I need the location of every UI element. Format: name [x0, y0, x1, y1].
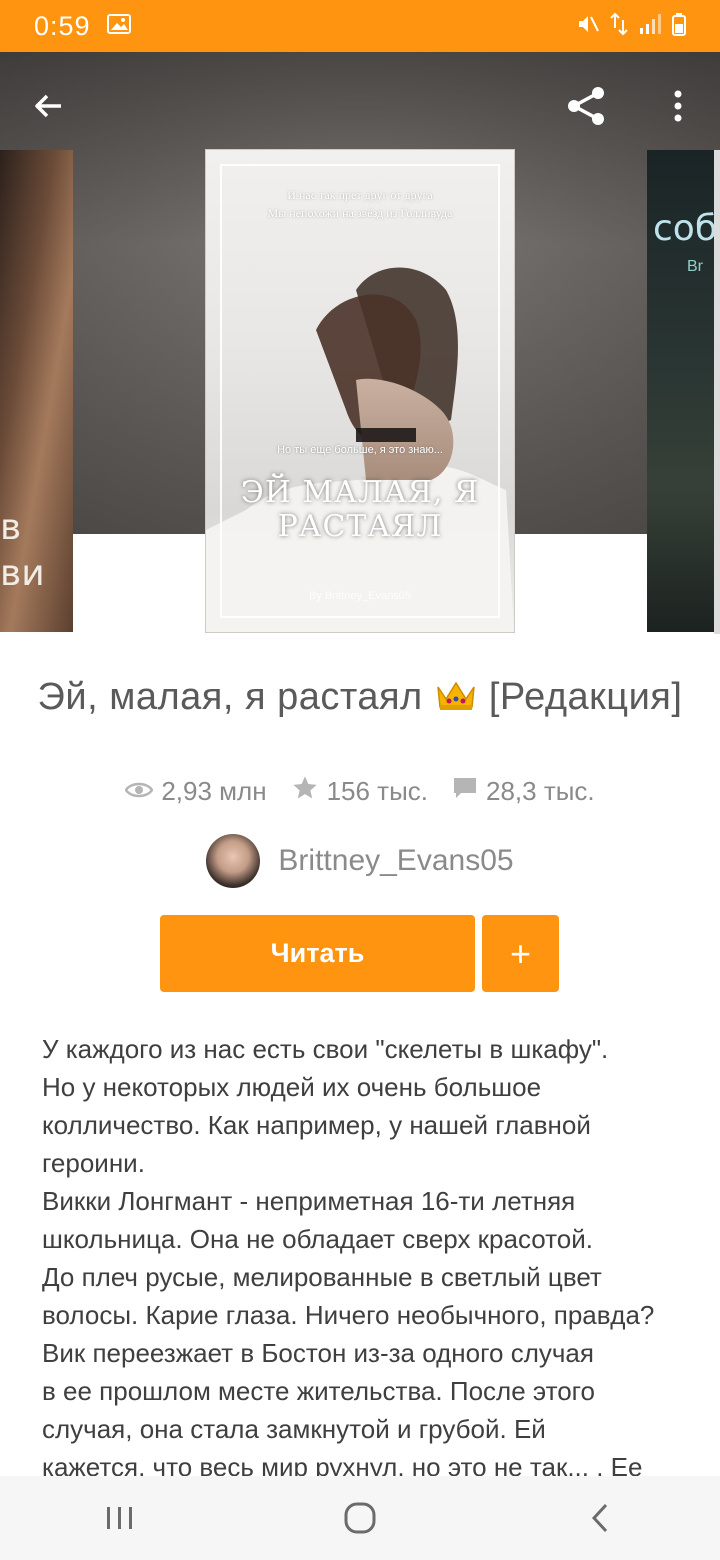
status-time: 0:59 [34, 10, 91, 41]
author-name[interactable]: Brittney_Evans05 [278, 844, 513, 878]
description-line: Вик переезжает в Бостон из-за одного слу… [42, 1338, 594, 1368]
more-vertical-icon[interactable] [650, 78, 706, 134]
description-line: в ее прошлом месте жительства. После это… [42, 1376, 596, 1406]
cover-top-line-2: Мы непохожи на звёзд из Голливуда [267, 206, 453, 220]
cover-title: ЭЙ МАЛАЯ, Я РАСТАЯЛ [206, 476, 514, 544]
system-nav-bar [0, 1476, 720, 1560]
star-icon [291, 774, 319, 809]
crown-icon [434, 677, 478, 713]
cover-right-text: соб [653, 208, 718, 249]
status-bar: 0:59 [0, 0, 720, 52]
cover-left-partial[interactable]: в ви [0, 150, 73, 632]
cover-right-partial[interactable]: соб Br [647, 150, 720, 632]
cover-mid-text: Но ты еще больше, я это знаю... [277, 444, 443, 456]
scroll-edge [714, 150, 720, 634]
description-line: волосы. Карие глаза. Ничего необычного, … [42, 1300, 655, 1330]
votes-stat: 156 тыс. [291, 774, 428, 809]
read-button[interactable]: Читать [160, 915, 475, 992]
description-line: школьница. Она не обладает сверх красото… [42, 1224, 593, 1254]
back-arrow-icon[interactable] [21, 78, 77, 134]
cover-frame [220, 164, 500, 618]
book-cover[interactable]: И нас так прет друг от друга Мы непохожи… [206, 150, 514, 632]
description-line: До плеч русые, мелированные в светлый цв… [42, 1262, 602, 1292]
add-to-library-button[interactable]: + [482, 915, 559, 992]
cover-title-line-2: РАСТАЯЛ [277, 509, 443, 544]
cover-left-text: в ви [0, 507, 45, 594]
eye-icon [124, 776, 154, 807]
signal-icon [638, 12, 662, 41]
battery-icon [672, 12, 686, 41]
data-arrows-icon [610, 12, 628, 41]
description-line: Викки Лонгмант - неприметная 16-ти летня… [42, 1186, 576, 1216]
description-line: Но у некоторых людей их очень большое [42, 1072, 542, 1102]
description-line: случая, она стала замкнутой и грубой. Ей [42, 1414, 546, 1444]
reads-stat: 2,93 млн [124, 774, 267, 809]
book-title: Эй, малая, я растаял [Редакция] [0, 676, 720, 719]
description-line: героини. [42, 1148, 145, 1178]
cover-title-line-1: ЭЙ МАЛАЯ, Я [240, 475, 480, 510]
mute-icon [576, 12, 600, 41]
stats-row: 2,93 млн 156 тыс. 28,3 тыс. [0, 774, 720, 809]
description-line: колличество. Как например, у нашей главн… [42, 1110, 591, 1140]
back-nav-icon[interactable] [560, 1488, 640, 1548]
comments-stat: 28,3 тыс. [452, 774, 595, 809]
book-title-text: Эй, малая, я растаял [37, 676, 434, 718]
comment-icon [452, 776, 478, 807]
share-icon[interactable] [558, 78, 614, 134]
description-line: У каждого из нас есть свои "скелеты в шк… [42, 1034, 609, 1064]
comments-count: 28,3 тыс. [486, 776, 595, 806]
avatar[interactable] [206, 834, 261, 888]
home-icon[interactable] [320, 1488, 400, 1548]
reads-count: 2,93 млн [161, 776, 267, 806]
description-line: кажется, что весь мир рухнул, но это не … [42, 1452, 643, 1476]
book-title-suffix: [Редакция] [477, 676, 683, 718]
votes-count: 156 тыс. [326, 776, 428, 806]
cover-author: By Brittney_Evans05 [308, 590, 412, 602]
recent-apps-icon[interactable] [80, 1488, 160, 1548]
cover-right-sub: Br [687, 258, 703, 275]
author-row[interactable]: Brittney_Evans05 [0, 834, 720, 888]
image-icon [106, 13, 131, 39]
book-description: У каждого из нас есть свои "скелеты в шк… [42, 1030, 690, 1476]
cover-top-line-1: И нас так прет друг от друга [287, 188, 433, 202]
cover-top-text: И нас так прет друг от друга Мы непохожи… [206, 186, 514, 222]
